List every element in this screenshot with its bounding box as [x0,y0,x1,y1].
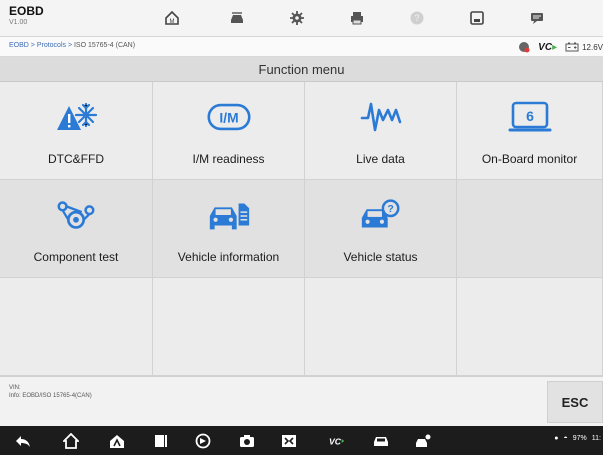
dtc-ffd-icon [57,102,98,130]
menu-item-label: DTC&FFD [48,152,104,166]
network-status-icon [519,42,530,53]
vci-manager-icon: VC [329,436,345,446]
browser-button[interactable] [194,432,212,450]
vci-status: VC▸ [538,42,557,53]
home-icon: M [165,10,179,25]
menu-item-im-readiness[interactable]: I/M I/M readiness [153,82,305,180]
vehicle-status-icon: ? [361,199,399,228]
menu-item-label: On-Board monitor [481,152,578,166]
remote-expert-button[interactable] [372,432,390,450]
display-button[interactable] [280,432,298,450]
menu-item-live-data[interactable]: Live data [305,82,457,180]
breadcrumb-path[interactable]: EOBD > Protocols > [9,42,74,49]
voltage-value: 12.6V [582,42,603,52]
browser-icon [195,433,211,449]
menu-item-label: I/M readiness [192,152,265,166]
home-nav-icon [63,433,79,449]
svg-text:?: ? [414,13,419,23]
info-bar: VIN: Info: EOBD/ISO 15765-4(CAN) ESC [0,376,603,426]
monitor-badge: 6 [526,108,534,124]
menu-item-label: Vehicle status [343,250,418,264]
svg-text:M: M [170,19,175,25]
vci-manager-button[interactable]: VC [324,432,350,450]
shop-manager-icon [416,434,431,447]
clock: 11: [591,435,601,442]
save-button[interactable] [457,4,497,32]
empty-cell [457,180,603,278]
protocol-info: Info: EOBD/ISO 15765-4(CAN) [9,393,92,399]
help-button[interactable]: ? [397,4,437,32]
recent-apps-button[interactable] [152,432,170,450]
im-readiness-icon: I/M [206,103,251,131]
autel-home-button[interactable] [108,432,126,450]
menu-item-component-test[interactable]: Component test [0,180,153,278]
battery-icon [565,42,579,52]
menu-item-onboard-monitor[interactable]: 6 On-Board monitor [457,82,603,180]
function-menu-header: Function menu [0,57,603,82]
car-icon [374,437,388,446]
camera-icon [240,435,254,447]
vin-label: VIN: [9,385,21,391]
help-icon: ? [410,11,424,25]
data-logging-button[interactable] [517,4,557,32]
component-test-icon [57,201,95,229]
svg-text:?: ? [387,203,393,215]
battery-voltage: 12.6V [565,42,603,52]
connection-status: VC▸ 12.6V [518,40,603,54]
print-button[interactable] [337,4,377,32]
settings-icon [290,11,304,25]
function-grid: DTC&FFD I/M I/M readiness Live data 6 On… [0,82,603,376]
vci-connected-icon: ▸ [552,41,558,53]
home-nav-button[interactable] [62,432,80,450]
autel-home-icon [110,435,124,448]
data-logging-icon [531,13,543,24]
save-icon [470,11,484,25]
menu-item-label: Component test [33,250,119,264]
wifi-icon: ◓ [563,435,568,442]
camera-button[interactable] [238,432,256,450]
empty-cell [305,278,457,376]
breadcrumb: EOBD > Protocols > ISO 15765-4 (CAN) [9,42,135,49]
empty-cell [0,278,153,376]
app-version: V1.00 [9,19,28,26]
car-change-icon [231,12,243,23]
vehicle-information-icon [209,203,249,230]
app-title-block: EOBD V1.00 [9,5,44,28]
top-toolbar: EOBD V1.00 M ? [0,0,603,37]
location-icon: ● [554,435,559,442]
system-status: ● ◓ 97% 11: [554,435,601,442]
print-icon [351,12,363,25]
menu-item-label: Vehicle information [177,250,280,264]
settings-button[interactable] [277,4,317,32]
menu-item-dtc-ffd[interactable]: DTC&FFD [0,82,153,180]
menu-item-vehicle-status[interactable]: ? Vehicle status [305,180,457,278]
onboard-monitor-icon: 6 [508,101,551,132]
system-nav-bar: VC ● ◓ 97% 11: [0,426,603,455]
menu-item-vehicle-information[interactable]: Vehicle information [153,180,305,278]
empty-cell [457,278,603,376]
svg-text:VC: VC [329,436,342,446]
back-button[interactable] [14,432,32,450]
esc-button[interactable]: ESC [547,381,603,423]
info-text: VIN: Info: EOBD/ISO 15765-4(CAN) [9,384,92,400]
vci-label: VC [538,41,553,53]
im-badge: I/M [219,111,238,126]
menu-item-label: Live data [356,152,405,166]
vehicle-change-button[interactable] [217,4,257,32]
recent-apps-icon [155,435,167,447]
home-button[interactable]: M [152,4,192,32]
empty-cell [153,278,305,376]
app-title: EOBD [9,4,44,18]
live-data-icon [360,102,401,132]
breadcrumb-current: ISO 15765-4 (CAN) [73,42,136,49]
breadcrumb-bar: EOBD > Protocols > ISO 15765-4 (CAN) VC▸… [0,37,603,57]
back-icon [16,436,30,447]
battery-level: 97% [572,435,587,442]
display-icon [282,435,296,447]
shop-manager-button[interactable] [414,432,432,450]
